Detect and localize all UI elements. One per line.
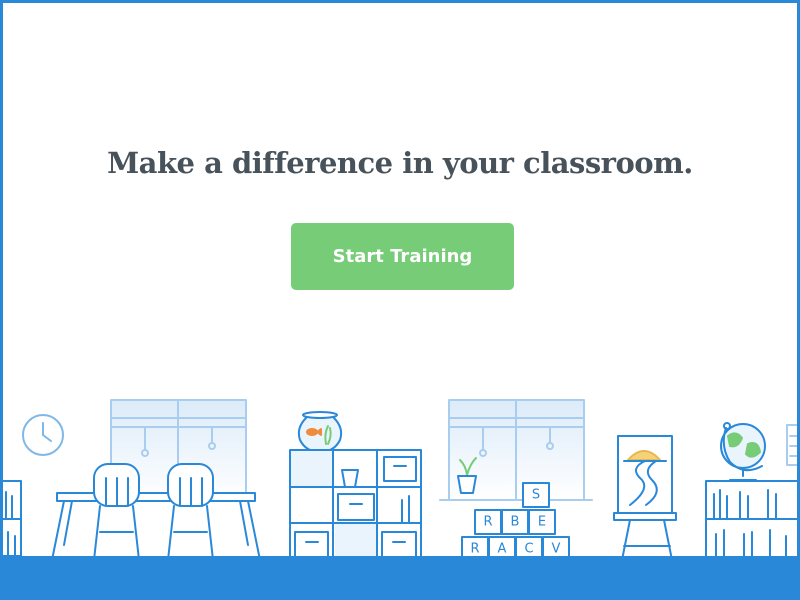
floor-band <box>3 556 797 600</box>
right-window-icon <box>439 399 593 501</box>
chair-icon <box>167 463 214 561</box>
calendar-icon <box>786 424 797 466</box>
landing-frame: Make a difference in your classroom. Sta… <box>0 0 800 600</box>
wall-clock-icon <box>22 414 64 456</box>
potted-plant-icon <box>457 457 477 494</box>
chair-icon <box>93 463 140 561</box>
fishbowl-icon <box>297 411 343 453</box>
student-desk-icon <box>51 492 261 561</box>
easel-painting-icon <box>613 435 677 561</box>
letter-block: A <box>498 542 507 557</box>
classroom-illustration: S R B E R A C V <box>3 399 797 562</box>
left-bookshelf-icon <box>3 480 22 557</box>
letter-block: C <box>524 542 533 557</box>
left-window-icon <box>110 399 247 501</box>
letter-block: R <box>470 542 479 557</box>
letter-block: S <box>532 488 540 503</box>
cubby-shelf-icon <box>289 449 422 561</box>
start-training-button[interactable]: Start Training <box>291 223 514 290</box>
letter-block: B <box>511 515 520 530</box>
letter-blocks-icon <box>461 482 570 562</box>
globe-icon <box>720 422 766 481</box>
page-headline: Make a difference in your classroom. <box>107 146 693 180</box>
letter-block: R <box>483 515 492 530</box>
right-bookshelf-icon <box>705 480 797 561</box>
letter-block: V <box>552 542 561 557</box>
letter-block: E <box>538 515 546 530</box>
